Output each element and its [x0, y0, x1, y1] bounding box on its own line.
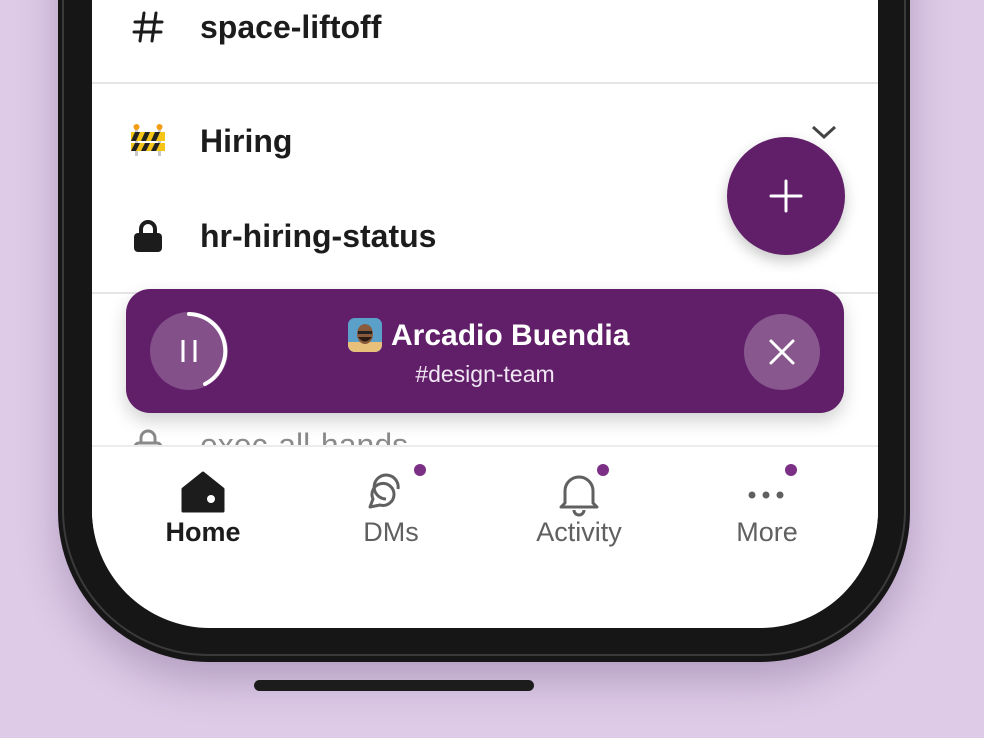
section-label: Hiring [200, 122, 293, 159]
home-icon [181, 471, 225, 513]
tab-bar: Home DMs Activity More [92, 445, 878, 547]
lock-icon [128, 219, 168, 253]
tab-label: DMs [363, 517, 419, 547]
close-icon [769, 339, 795, 365]
tab-more[interactable]: More [687, 447, 847, 567]
tab-home[interactable]: Home [123, 447, 283, 567]
tab-label: More [736, 517, 798, 547]
huddle-channel: #design-team [415, 361, 555, 387]
divider [92, 82, 878, 84]
compose-button[interactable] [727, 137, 845, 255]
tab-activity[interactable]: Activity [499, 447, 659, 567]
plus-icon [769, 179, 803, 213]
unread-badge [597, 464, 609, 476]
bell-icon [559, 475, 599, 517]
channel-label: hr-hiring-status [200, 217, 437, 254]
huddle-banner[interactable]: Arcadio Buendia #design-team [126, 289, 844, 413]
channel-row-space-liftoff[interactable]: space-liftoff [92, 0, 878, 54]
huddle-participant-name: Arcadio Buendia [391, 319, 630, 352]
more-icon [748, 491, 784, 499]
avatar [348, 318, 382, 352]
channel-label: space-liftoff [200, 8, 382, 45]
hash-icon [128, 10, 168, 44]
home-indicator [254, 680, 534, 691]
dms-icon [368, 473, 400, 509]
construction-barrier-icon [128, 124, 168, 158]
unread-badge [414, 464, 426, 476]
tab-dms[interactable]: DMs [311, 447, 471, 567]
close-huddle-button[interactable] [744, 314, 820, 390]
tab-label: Home [165, 517, 241, 547]
unread-badge [785, 464, 797, 476]
tab-label: Activity [536, 517, 622, 547]
